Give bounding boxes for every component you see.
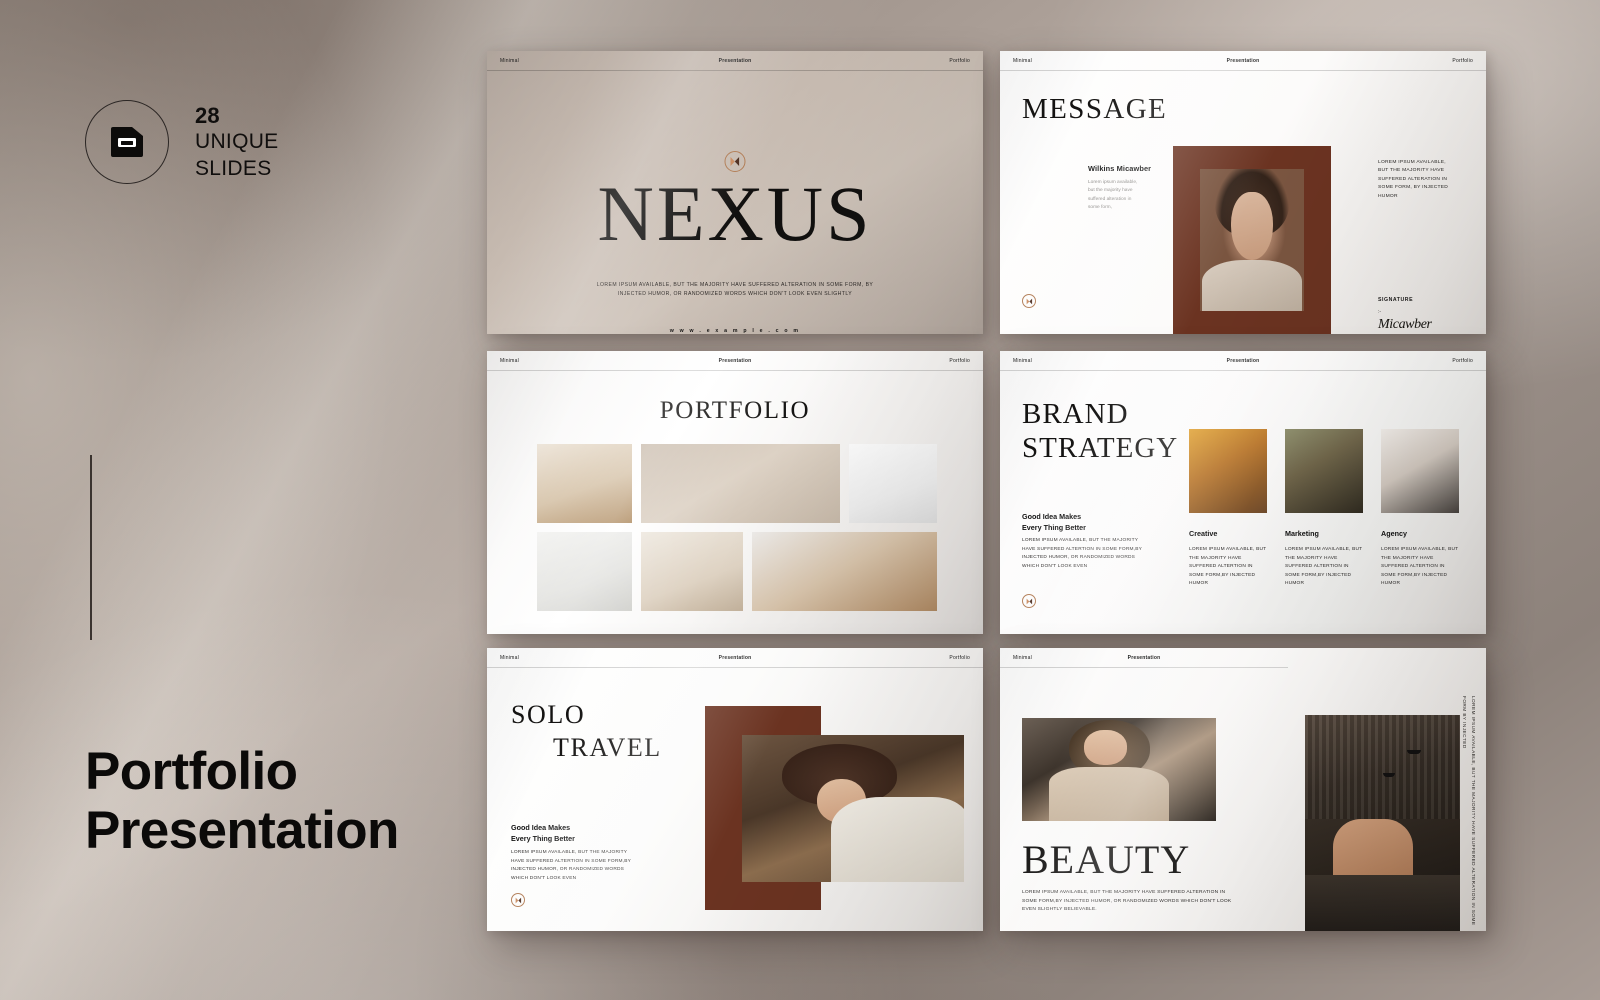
header-left-label: Minimal bbox=[1013, 57, 1032, 64]
signature-dash: :- bbox=[1378, 309, 1382, 315]
brand-column-body: LOREM IPSUM AVAILABLE, BUT THE MAJORITY … bbox=[1285, 547, 1363, 587]
slide-header: Minimal Presentation Portfolio bbox=[1000, 351, 1486, 371]
slide-header: Minimal Presentation Portfolio bbox=[487, 51, 983, 71]
brand-strategy-body: LOREM IPSUM AVAILABLE, BUT THE MAJORITY … bbox=[1022, 538, 1142, 569]
badge-line-slides: SLIDES bbox=[195, 156, 272, 180]
slide-header: Minimal Presentation bbox=[1000, 648, 1288, 668]
brand-column-image bbox=[1381, 429, 1459, 513]
brand-strategy-title-line2: STRATEGY bbox=[1022, 432, 1179, 465]
slide-portfolio[interactable]: Minimal Presentation Portfolio PORTFOLIO bbox=[487, 351, 983, 634]
portfolio-image-grid bbox=[537, 444, 937, 620]
header-left-label: Minimal bbox=[1013, 357, 1032, 364]
brand-logo-icon bbox=[1022, 294, 1036, 308]
solo-travel-body: LOREM IPSUM AVAILABLE, BUT THE MAJORITY … bbox=[511, 850, 631, 881]
header-center-label: Presentation bbox=[718, 654, 752, 661]
vertical-divider bbox=[90, 455, 92, 640]
portfolio-tile-laptop bbox=[640, 532, 744, 611]
message-portrait-photo bbox=[1200, 169, 1304, 311]
brand-column-creative: Creative LOREM IPSUM AVAILABLE, BUT THE … bbox=[1189, 429, 1267, 589]
slide-count: 28 bbox=[195, 102, 220, 128]
solo-travel-photo bbox=[742, 735, 964, 882]
brand-strategy-title: BRAND STRATEGY bbox=[1022, 397, 1178, 465]
portfolio-tile-mug bbox=[849, 444, 937, 523]
header-left-label: Minimal bbox=[500, 357, 519, 364]
brand-strategy-subheading: Good Idea Makes Every Thing Better bbox=[1022, 511, 1086, 533]
portfolio-tile-skincare bbox=[640, 444, 841, 523]
brand-column-heading: Agency bbox=[1381, 529, 1407, 538]
brand-column-image bbox=[1285, 429, 1363, 513]
page-title-line2: Presentation bbox=[85, 801, 399, 861]
slide-solo-travel[interactable]: Minimal Presentation Portfolio SOLO TRAV… bbox=[487, 648, 983, 931]
brand-column-body: LOREM IPSUM AVAILABLE, BUT THE MAJORITY … bbox=[1381, 547, 1459, 587]
message-author-body: Lorem ipsum available, but the majority … bbox=[1088, 180, 1138, 211]
solo-travel-title: SOLO TRAVEL bbox=[511, 698, 662, 765]
nexus-url: w w w . e x a m p l e . c o m bbox=[669, 328, 801, 334]
page-title-line1: Portfolio bbox=[85, 742, 298, 801]
brand-strategy-subheading-line1: Good Idea Makes bbox=[1022, 512, 1082, 521]
header-center-label: Presentation bbox=[718, 357, 752, 364]
header-left-label: Minimal bbox=[500, 57, 519, 64]
brand-logo-icon bbox=[724, 151, 746, 172]
badge-line-unique: UNIQUE bbox=[195, 130, 279, 154]
portfolio-tile-sofa bbox=[752, 532, 937, 611]
header-right-label: Portfolio bbox=[949, 654, 970, 661]
message-author-name: Wilkins Micawber bbox=[1088, 164, 1152, 173]
slide-brand-strategy[interactable]: Minimal Presentation Portfolio BRAND STR… bbox=[1000, 351, 1486, 634]
header-right-label: Portfolio bbox=[949, 57, 970, 64]
portfolio-grid-row bbox=[537, 444, 937, 523]
signature-label: SIGNATURE bbox=[1378, 297, 1414, 303]
header-center-label: Presentation bbox=[1226, 357, 1260, 364]
header-left-label: Minimal bbox=[1013, 654, 1032, 661]
brand-column-marketing: Marketing LOREM IPSUM AVAILABLE, BUT THE… bbox=[1285, 429, 1363, 589]
solo-travel-subheading: Good Idea Makes Every Thing Better bbox=[511, 822, 575, 844]
brand-logo-icon bbox=[1022, 594, 1036, 608]
header-center-label: Presentation bbox=[718, 57, 752, 64]
left-info-panel: 28 UNIQUE SLIDES Portfolio Presentation bbox=[0, 0, 480, 1000]
beauty-body: LOREM IPSUM AVAILABLE, BUT THE MAJORITY … bbox=[1022, 890, 1232, 913]
brand-strategy-title-line1: BRAND bbox=[1022, 398, 1129, 430]
badge-text-block: 28 UNIQUE SLIDES bbox=[195, 102, 278, 183]
brand-column-agency: Agency LOREM IPSUM AVAILABLE, BUT THE MA… bbox=[1381, 429, 1459, 589]
message-right-column: LOREM IPSUM AVAILABLE, BUT THE MAJORITY … bbox=[1378, 159, 1452, 201]
slide-nexus[interactable]: Minimal Presentation Portfolio NEXUS LOR… bbox=[487, 51, 983, 334]
brand-column-image bbox=[1189, 429, 1267, 513]
slide-header: Minimal Presentation Portfolio bbox=[487, 648, 983, 668]
header-center-label: Presentation bbox=[1226, 57, 1260, 64]
portfolio-grid-row bbox=[537, 532, 937, 611]
header-right-label: Portfolio bbox=[949, 357, 970, 364]
message-right-body: LOREM IPSUM AVAILABLE, BUT THE MAJORITY … bbox=[1378, 160, 1449, 199]
header-right-label: Portfolio bbox=[1452, 357, 1473, 364]
portfolio-tile-dining-table bbox=[537, 444, 632, 523]
slide-header: Minimal Presentation Portfolio bbox=[1000, 51, 1486, 71]
slide-document-icon-circle bbox=[85, 100, 169, 184]
portfolio-tile-vase bbox=[537, 532, 632, 611]
solo-travel-title-line1: SOLO bbox=[511, 700, 586, 729]
header-right-label: Portfolio bbox=[1452, 57, 1473, 64]
message-title: MESSAGE bbox=[1022, 93, 1168, 125]
beauty-vertical-text: LOREM IPSUM AVAILABLE, BUT THE MAJORITY … bbox=[1462, 696, 1476, 926]
slide-beauty[interactable]: Minimal Presentation BEAUTY LOREM IPSUM … bbox=[1000, 648, 1486, 931]
brand-column-body: LOREM IPSUM AVAILABLE, BUT THE MAJORITY … bbox=[1189, 547, 1267, 587]
brand-column-heading: Marketing bbox=[1285, 529, 1319, 538]
portfolio-title: PORTFOLIO bbox=[659, 397, 811, 424]
slide-header: Minimal Presentation Portfolio bbox=[487, 351, 983, 371]
unique-slides-badge: 28 UNIQUE SLIDES bbox=[85, 100, 278, 184]
brand-logo-icon bbox=[511, 893, 525, 907]
beauty-title: BEAUTY bbox=[1022, 837, 1191, 882]
brand-strategy-subheading-line2: Every Thing Better bbox=[1022, 523, 1086, 533]
brand-strategy-columns: Creative LOREM IPSUM AVAILABLE, BUT THE … bbox=[1189, 429, 1459, 589]
header-left-label: Minimal bbox=[500, 654, 519, 661]
brand-column-heading: Creative bbox=[1189, 529, 1218, 538]
nexus-subtitle: LOREM IPSUM AVAILABLE, BUT THE MAJORITY … bbox=[596, 282, 874, 298]
solo-travel-subheading-line2: Every Thing Better bbox=[511, 834, 575, 844]
solo-travel-title-line2: TRAVEL bbox=[553, 733, 662, 763]
header-center-label: Presentation bbox=[1127, 654, 1161, 661]
nexus-title: NEXUS bbox=[597, 170, 873, 257]
signature-script: Micawber bbox=[1378, 317, 1432, 332]
solo-travel-subheading-line1: Good Idea Makes bbox=[511, 823, 571, 832]
beauty-photo-left bbox=[1022, 718, 1216, 821]
slide-message[interactable]: Minimal Presentation Portfolio MESSAGE W… bbox=[1000, 51, 1486, 334]
slide-document-icon bbox=[111, 127, 143, 157]
page-title: Portfolio Presentation bbox=[85, 742, 399, 861]
